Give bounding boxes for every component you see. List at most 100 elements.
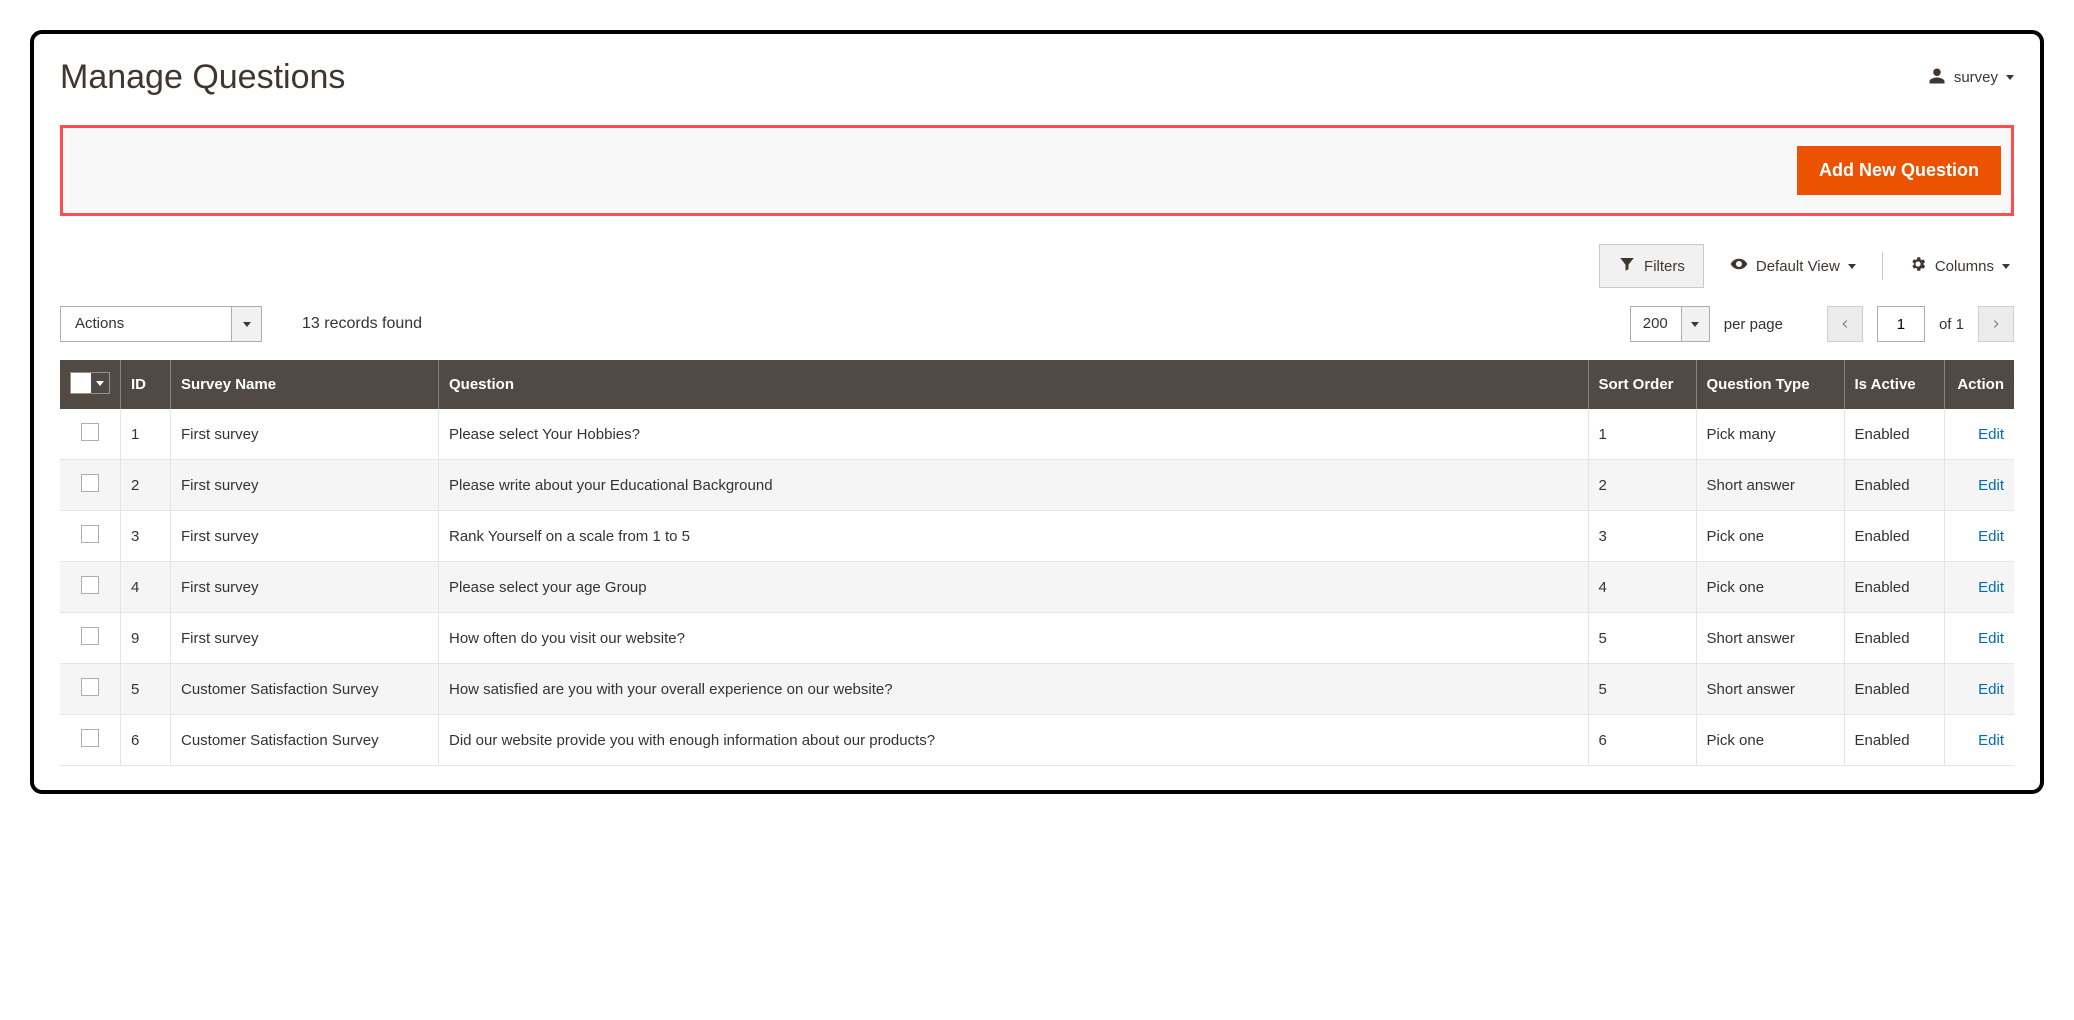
cell-question: Please select your age Group	[439, 562, 1589, 613]
col-header-checkbox[interactable]	[60, 360, 121, 409]
row-checkbox[interactable]	[81, 525, 99, 543]
cell-question-type: Pick many	[1696, 409, 1844, 460]
caret-down-icon	[2006, 75, 2014, 80]
columns-label: Columns	[1935, 258, 1994, 275]
user-menu[interactable]: survey	[1928, 67, 2014, 89]
edit-link[interactable]: Edit	[1978, 426, 2004, 443]
cell-is-active: Enabled	[1844, 409, 1944, 460]
table-row[interactable]: 3First surveyRank Yourself on a scale fr…	[60, 511, 2014, 562]
user-label: survey	[1954, 69, 1998, 86]
cell-sort-order: 1	[1588, 409, 1696, 460]
page-size-select[interactable]: 200	[1630, 306, 1710, 342]
filters-button[interactable]: Filters	[1599, 244, 1704, 288]
cell-is-active: Enabled	[1844, 613, 1944, 664]
page-size-value: 200	[1631, 307, 1681, 341]
cell-survey-name: First survey	[171, 562, 439, 613]
col-header-sort-order[interactable]: Sort Order	[1588, 360, 1696, 409]
table-row[interactable]: 1First surveyPlease select Your Hobbies?…	[60, 409, 2014, 460]
table-row[interactable]: 5Customer Satisfaction SurveyHow satisfi…	[60, 664, 2014, 715]
row-checkbox[interactable]	[81, 423, 99, 441]
cell-is-active: Enabled	[1844, 460, 1944, 511]
pager-prev-button[interactable]	[1827, 306, 1863, 342]
cell-id: 5	[121, 664, 171, 715]
default-view-label: Default View	[1756, 258, 1840, 275]
edit-link[interactable]: Edit	[1978, 477, 2004, 494]
edit-link[interactable]: Edit	[1978, 579, 2004, 596]
page-size-caret	[1681, 307, 1709, 341]
funnel-icon	[1618, 255, 1636, 277]
cell-question: Rank Yourself on a scale from 1 to 5	[439, 511, 1589, 562]
row-checkbox[interactable]	[81, 678, 99, 696]
row-checkbox[interactable]	[81, 474, 99, 492]
pager-current-input[interactable]	[1877, 306, 1925, 342]
cell-id: 6	[121, 715, 171, 766]
cell-sort-order: 5	[1588, 613, 1696, 664]
table-row[interactable]: 2First surveyPlease write about your Edu…	[60, 460, 2014, 511]
cell-question: Did our website provide you with enough …	[439, 715, 1589, 766]
table-row[interactable]: 6Customer Satisfaction SurveyDid our web…	[60, 715, 2014, 766]
edit-link[interactable]: Edit	[1978, 528, 2004, 545]
default-view-button[interactable]: Default View	[1726, 247, 1860, 285]
cell-question-type: Pick one	[1696, 562, 1844, 613]
cell-is-active: Enabled	[1844, 664, 1944, 715]
select-all-caret[interactable]	[91, 373, 109, 393]
actions-select-caret	[231, 307, 261, 341]
cell-question: How satisfied are you with your overall …	[439, 664, 1589, 715]
columns-button[interactable]: Columns	[1905, 247, 2014, 285]
cell-id: 1	[121, 409, 171, 460]
cell-is-active: Enabled	[1844, 511, 1944, 562]
add-new-question-button[interactable]: Add New Question	[1797, 146, 2001, 195]
actions-select[interactable]: Actions	[60, 306, 262, 342]
cell-sort-order: 5	[1588, 664, 1696, 715]
cell-question: Please select Your Hobbies?	[439, 409, 1589, 460]
select-all-checkbox[interactable]	[71, 373, 91, 393]
caret-down-icon	[1848, 264, 1856, 269]
cell-question-type: Short answer	[1696, 613, 1844, 664]
row-checkbox[interactable]	[81, 627, 99, 645]
cell-question-type: Pick one	[1696, 511, 1844, 562]
cell-survey-name: Customer Satisfaction Survey	[171, 715, 439, 766]
records-found: 13 records found	[302, 315, 422, 333]
row-checkbox[interactable]	[81, 729, 99, 747]
pager-next-button[interactable]	[1978, 306, 2014, 342]
cell-survey-name: First survey	[171, 460, 439, 511]
edit-link[interactable]: Edit	[1978, 630, 2004, 647]
col-header-is-active[interactable]: Is Active	[1844, 360, 1944, 409]
per-page-label: per page	[1724, 316, 1783, 333]
eye-icon	[1730, 255, 1748, 277]
cell-survey-name: First survey	[171, 409, 439, 460]
cell-id: 3	[121, 511, 171, 562]
cell-is-active: Enabled	[1844, 715, 1944, 766]
cell-sort-order: 2	[1588, 460, 1696, 511]
table-row[interactable]: 9First surveyHow often do you visit our …	[60, 613, 2014, 664]
cell-id: 4	[121, 562, 171, 613]
cell-question-type: Pick one	[1696, 715, 1844, 766]
questions-table: ID Survey Name Question Sort Order Quest…	[60, 360, 2014, 766]
cell-question: How often do you visit our website?	[439, 613, 1589, 664]
cell-id: 2	[121, 460, 171, 511]
col-header-action[interactable]: Action	[1944, 360, 2014, 409]
row-checkbox[interactable]	[81, 576, 99, 594]
col-header-question-type[interactable]: Question Type	[1696, 360, 1844, 409]
cell-survey-name: Customer Satisfaction Survey	[171, 664, 439, 715]
actions-select-label: Actions	[61, 307, 231, 341]
cell-sort-order: 3	[1588, 511, 1696, 562]
page-title: Manage Questions	[60, 58, 345, 97]
col-header-survey-name[interactable]: Survey Name	[171, 360, 439, 409]
cell-question: Please write about your Educational Back…	[439, 460, 1589, 511]
pager-of-label: of 1	[1939, 316, 1964, 333]
chevron-right-icon	[1989, 317, 2003, 331]
cell-survey-name: First survey	[171, 613, 439, 664]
gear-icon	[1909, 255, 1927, 277]
col-header-id[interactable]: ID	[121, 360, 171, 409]
caret-down-icon	[2002, 264, 2010, 269]
col-header-question[interactable]: Question	[439, 360, 1589, 409]
chevron-left-icon	[1838, 317, 1852, 331]
cell-is-active: Enabled	[1844, 562, 1944, 613]
edit-link[interactable]: Edit	[1978, 732, 2004, 749]
toolbar-divider	[1882, 252, 1883, 280]
table-row[interactable]: 4First surveyPlease select your age Grou…	[60, 562, 2014, 613]
cell-sort-order: 6	[1588, 715, 1696, 766]
edit-link[interactable]: Edit	[1978, 681, 2004, 698]
cell-question-type: Short answer	[1696, 664, 1844, 715]
